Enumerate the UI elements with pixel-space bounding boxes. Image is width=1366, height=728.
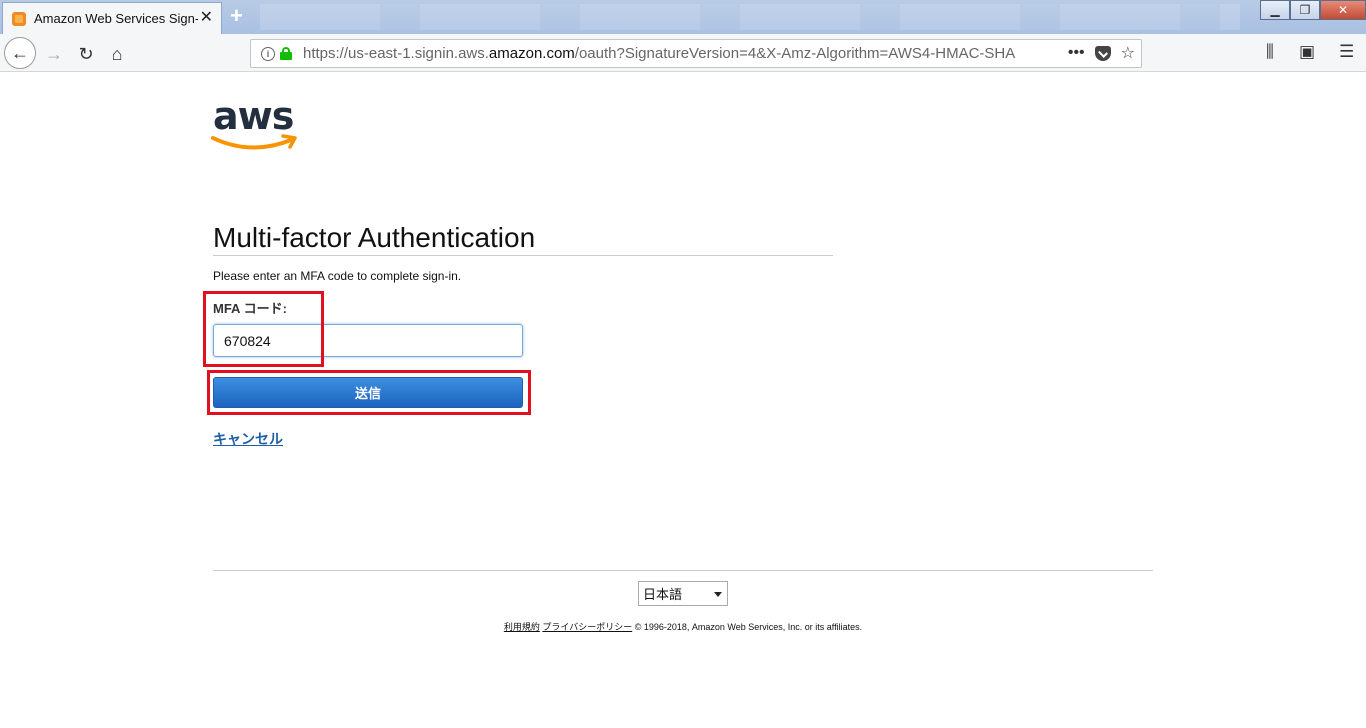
language-select-value: 日本語	[643, 587, 683, 602]
browser-titlebar: Amazon Web Services Sign-In ✕ + ▁ ❐ ✕	[0, 0, 1366, 34]
terms-link[interactable]: 利用規約	[504, 622, 540, 632]
page-actions-icon[interactable]: •••	[1068, 44, 1085, 62]
intro-text: Please enter an MFA code to complete sig…	[213, 269, 462, 283]
sidebar-icon[interactable]: ▣	[1299, 42, 1315, 62]
minimize-icon[interactable]: ▁	[1260, 0, 1290, 20]
highlight-box-mfa	[203, 291, 324, 367]
highlight-box-submit	[207, 370, 531, 415]
forward-icon[interactable]: →	[40, 40, 68, 68]
bookmark-star-icon[interactable]: ☆	[1121, 43, 1135, 63]
cancel-link[interactable]: キャンセル	[213, 429, 283, 449]
address-bar[interactable]: i https://us-east-1.signin.aws.amazon.co…	[250, 39, 1142, 68]
close-window-icon[interactable]: ✕	[1320, 0, 1366, 20]
close-tab-icon[interactable]: ✕	[200, 10, 213, 26]
footer-divider	[213, 570, 1153, 571]
navigation-bar: ← → ↻ ⌂ i https://us-east-1.signin.aws.a…	[0, 34, 1366, 72]
tab-title: Amazon Web Services Sign-In	[34, 11, 198, 26]
browser-tab[interactable]: Amazon Web Services Sign-In ✕	[2, 2, 222, 34]
aws-smile-icon	[211, 134, 297, 150]
aws-logo: aws	[211, 94, 303, 156]
back-icon[interactable]: ←	[4, 37, 36, 69]
window-controls: ▁ ❐ ✕	[1260, 0, 1366, 20]
info-icon[interactable]: i	[261, 46, 275, 61]
pocket-icon[interactable]	[1094, 45, 1111, 61]
maximize-icon[interactable]: ❐	[1290, 0, 1320, 20]
other-tabs	[260, 4, 1240, 30]
privacy-link[interactable]: プライバシーポリシー	[542, 622, 632, 632]
library-icon[interactable]: ⫼	[1266, 42, 1274, 62]
lock-icon[interactable]	[280, 47, 292, 60]
title-divider	[213, 255, 833, 256]
aws-logo-text: aws	[213, 94, 294, 138]
dropdown-arrow-icon	[714, 592, 722, 597]
home-icon[interactable]: ⌂	[103, 40, 131, 68]
language-select[interactable]: 日本語	[638, 581, 728, 606]
aws-favicon-icon	[12, 11, 26, 26]
copyright-text: © 1996-2018, Amazon Web Services, Inc. o…	[634, 622, 863, 632]
new-tab-icon[interactable]: +	[230, 5, 243, 27]
url-text[interactable]: https://us-east-1.signin.aws.amazon.com/…	[303, 45, 1028, 62]
reload-icon[interactable]: ↻	[72, 40, 100, 68]
page-title: Multi-factor Authentication	[213, 222, 536, 253]
menu-icon[interactable]: ☰	[1339, 42, 1354, 62]
footer: 利用規約 プライバシーポリシー © 1996-2018, Amazon Web …	[0, 620, 1366, 633]
